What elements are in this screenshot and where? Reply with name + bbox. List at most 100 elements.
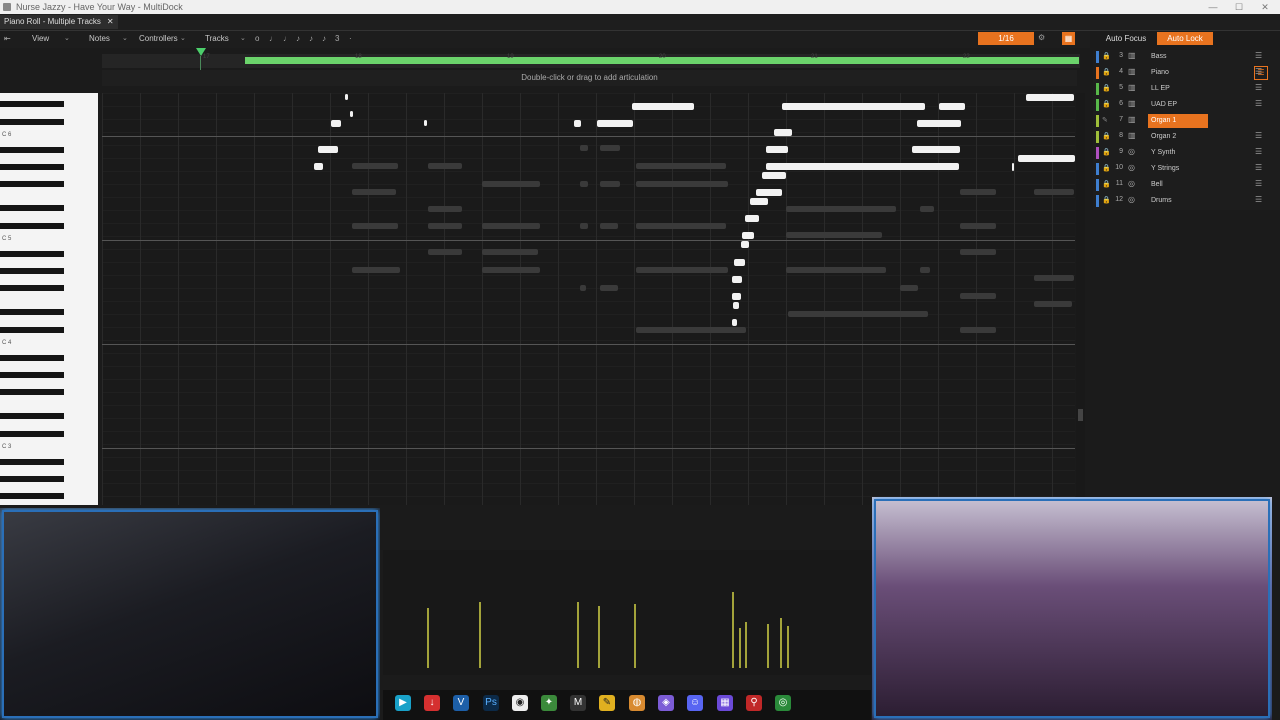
black-key[interactable]: [0, 101, 64, 107]
black-key[interactable]: [0, 476, 64, 482]
notes-icon[interactable]: ✎: [599, 695, 615, 711]
midi-note[interactable]: [756, 189, 782, 196]
midi-note[interactable]: [318, 146, 338, 153]
view-menu[interactable]: View: [32, 34, 49, 43]
velocity-bar[interactable]: [634, 604, 636, 668]
play-app-icon[interactable]: ▶: [395, 695, 411, 711]
midi-note[interactable]: [732, 293, 741, 300]
midi-note[interactable]: [632, 103, 694, 110]
track-row-uad-ep[interactable]: 🔒 6 ▥ UAD EP ☰: [1093, 98, 1268, 112]
quantize-dropdown[interactable]: 1/16: [978, 32, 1034, 45]
chat-icon[interactable]: ✦: [541, 695, 557, 711]
track-row-ll-ep[interactable]: 🔒 5 ▥ LL EP ☰: [1093, 82, 1268, 96]
black-key[interactable]: [0, 431, 64, 437]
track-name[interactable]: Bell: [1148, 178, 1208, 192]
track-name[interactable]: Drums: [1148, 194, 1208, 208]
black-key[interactable]: [0, 119, 64, 125]
piano-keyboard[interactable]: C 6 C 5 C 4 C 3: [0, 93, 98, 505]
black-key[interactable]: [0, 205, 64, 211]
download-app-icon[interactable]: ↓: [424, 695, 440, 711]
chevron-down-icon[interactable]: ⌄: [64, 34, 70, 42]
audio-icon[interactable]: ◈: [658, 695, 674, 711]
midi-note[interactable]: [939, 103, 965, 110]
track-row-bass[interactable]: 🔒 3 ▥ Bass ☰: [1093, 50, 1268, 64]
discord-icon[interactable]: ☺: [687, 695, 703, 711]
record-icon[interactable]: ◎: [775, 695, 791, 711]
quarter-note-icon[interactable]: ♩: [283, 34, 291, 43]
velocity-bar[interactable]: [577, 602, 579, 668]
black-key[interactable]: [0, 309, 64, 315]
track-menu-icon[interactable]: ☰: [1255, 179, 1262, 188]
track-menu-icon[interactable]: ☰: [1255, 163, 1262, 172]
midi-note[interactable]: [732, 319, 737, 326]
track-row-bell[interactable]: 🔒 11 ◎ Bell ☰: [1093, 178, 1268, 192]
velocity-bar[interactable]: [479, 602, 481, 668]
midi-note[interactable]: [745, 215, 759, 222]
track-row-organ-1[interactable]: ✎ 7 ▥ Organ 1: [1093, 114, 1268, 128]
black-key[interactable]: [0, 389, 64, 395]
track-name[interactable]: Y Strings: [1148, 162, 1208, 176]
black-key[interactable]: [0, 355, 64, 361]
dot-icon[interactable]: ·: [349, 34, 352, 43]
tab-piano-roll[interactable]: Piano Roll - Multiple Tracks ✕: [0, 15, 118, 29]
triplet-value[interactable]: 3: [335, 34, 339, 43]
controllers-menu[interactable]: Controllers: [139, 34, 178, 43]
velocity-bar[interactable]: [598, 606, 600, 668]
timeline-ruler[interactable]: 17 18 19 20 21 22: [102, 54, 1080, 68]
chevron-down-icon[interactable]: ⌄: [122, 34, 128, 42]
track-name[interactable]: LL EP: [1148, 82, 1208, 96]
track-menu-icon[interactable]: ☰: [1255, 99, 1262, 108]
obs-icon[interactable]: ◉: [512, 695, 528, 711]
maximize-button[interactable]: ☐: [1229, 1, 1249, 13]
midi-note[interactable]: [732, 276, 742, 283]
grid-toggle-icon[interactable]: ▦: [1062, 32, 1075, 45]
midi-note[interactable]: [762, 172, 786, 179]
midi-note[interactable]: [597, 120, 633, 127]
midi-note[interactable]: [750, 198, 768, 205]
scrollbar-thumb[interactable]: [1078, 409, 1083, 421]
midi-note[interactable]: [741, 241, 749, 248]
track-row-y-synth[interactable]: 🔒 9 ◎ Y Synth ☰: [1093, 146, 1268, 160]
velocity-bar[interactable]: [767, 624, 769, 668]
midi-note[interactable]: [774, 129, 792, 136]
track-menu-icon[interactable]: ☰: [1255, 131, 1262, 140]
velocity-bar[interactable]: [745, 622, 747, 668]
midi-note[interactable]: [345, 94, 348, 100]
black-key[interactable]: [0, 147, 64, 153]
vertical-scrollbar[interactable]: [1076, 93, 1085, 505]
track-row-y-strings[interactable]: 🔒 10 ◎ Y Strings ☰: [1093, 162, 1268, 176]
track-list-menu-icon[interactable]: ☰: [1254, 66, 1268, 80]
track-name[interactable]: Organ 1: [1148, 114, 1208, 128]
close-window-button[interactable]: ✕: [1255, 1, 1275, 13]
velocity-bar[interactable]: [427, 608, 429, 668]
eighth-note-icon[interactable]: ♪: [296, 34, 300, 43]
midi-note[interactable]: [766, 163, 959, 170]
track-menu-icon[interactable]: ☰: [1255, 147, 1262, 156]
notes-menu[interactable]: Notes: [89, 34, 110, 43]
black-key[interactable]: [0, 493, 64, 499]
note-grid[interactable]: [102, 93, 1075, 505]
midi-note[interactable]: [331, 120, 341, 127]
midi-note[interactable]: [733, 302, 739, 309]
left-arrow-icon[interactable]: ⇤: [4, 34, 11, 43]
track-row-organ-2[interactable]: 🔒 8 ▥ Organ 2 ☰: [1093, 130, 1268, 144]
track-name[interactable]: Piano: [1148, 66, 1208, 80]
black-key[interactable]: [0, 164, 64, 170]
thirtysecond-note-icon[interactable]: ♪: [322, 34, 326, 43]
midi-note[interactable]: [1012, 163, 1014, 171]
midi-note[interactable]: [766, 146, 788, 153]
black-key[interactable]: [0, 413, 64, 419]
mail-icon[interactable]: M: [570, 695, 586, 711]
half-note-icon[interactable]: ♩: [269, 34, 277, 43]
black-key[interactable]: [0, 285, 64, 291]
midi-note[interactable]: [574, 120, 581, 127]
playhead-marker[interactable]: [196, 48, 206, 56]
track-row-drums[interactable]: 🔒 12 ◎ Drums ☰: [1093, 194, 1268, 208]
midi-note[interactable]: [912, 146, 960, 153]
sixteenth-note-icon[interactable]: ♪: [309, 34, 313, 43]
track-menu-icon[interactable]: ☰: [1255, 83, 1262, 92]
chevron-down-icon[interactable]: ⌄: [240, 34, 246, 42]
auto-lock-button[interactable]: Auto Lock: [1157, 32, 1213, 45]
photoshop-icon[interactable]: Ps: [483, 695, 499, 711]
tracks-menu[interactable]: Tracks: [205, 34, 229, 43]
